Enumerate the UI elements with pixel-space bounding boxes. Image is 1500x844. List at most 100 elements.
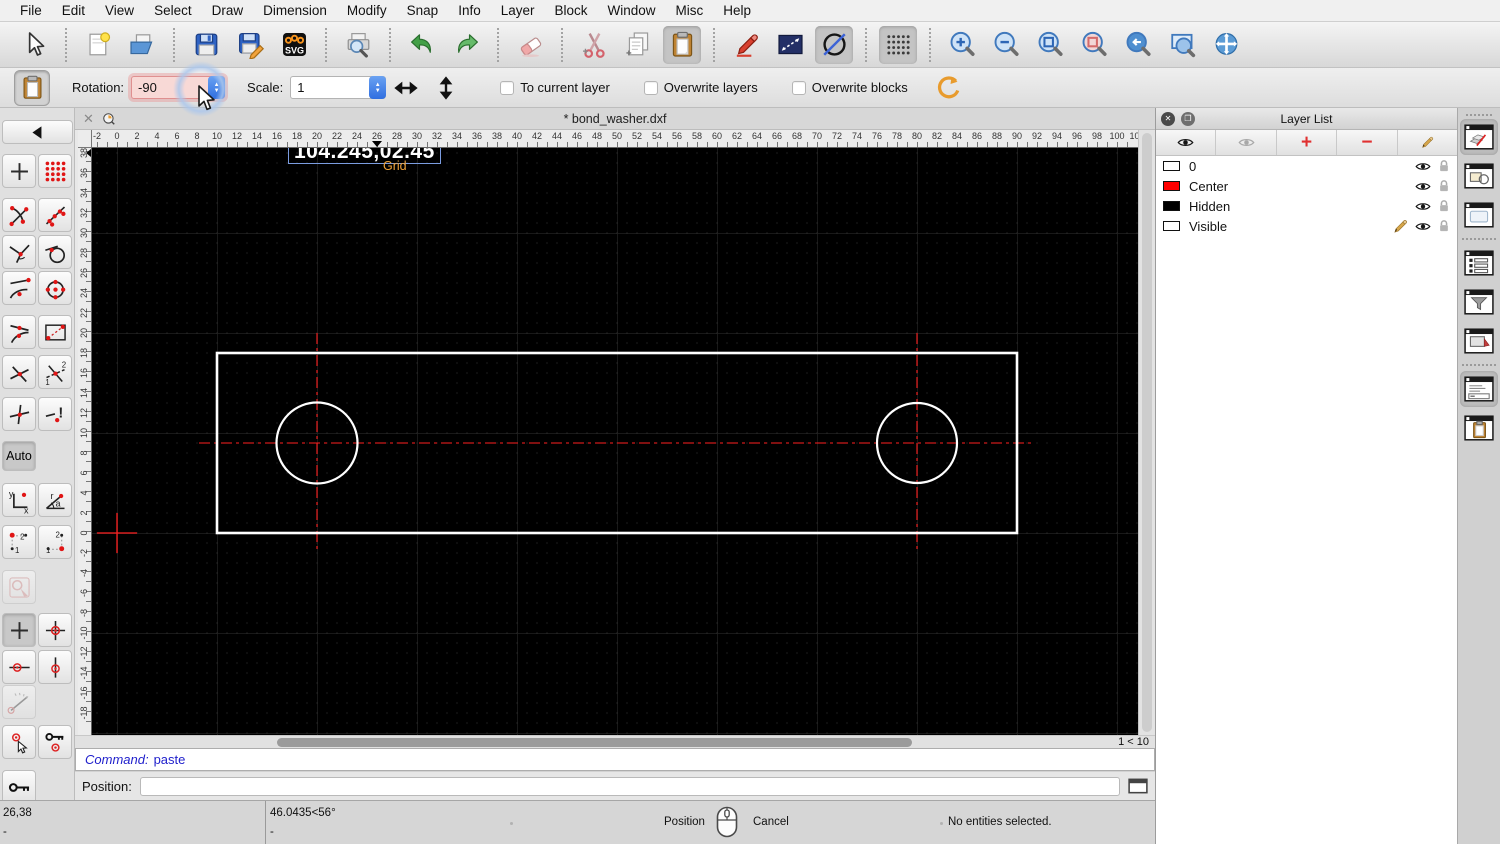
zoom-out-button[interactable]: [987, 26, 1025, 64]
save-button[interactable]: [187, 26, 225, 64]
command-line-widget[interactable]: Command: paste: [75, 748, 1155, 771]
checkbox-box[interactable]: [643, 80, 658, 95]
checkbox-box[interactable]: [500, 80, 515, 95]
menu-edit[interactable]: Edit: [52, 3, 95, 18]
add-layer-button[interactable]: +: [1277, 130, 1338, 155]
zoom-previous-button[interactable]: [1119, 26, 1157, 64]
layer-visibility-icon[interactable]: [1415, 220, 1431, 233]
layer-row-0[interactable]: 0: [1156, 156, 1457, 176]
menu-draw[interactable]: Draw: [202, 3, 254, 18]
snap-free-button[interactable]: [2, 154, 36, 188]
layer-lock-icon[interactable]: [1438, 159, 1450, 173]
zoom-auto-button[interactable]: [1031, 26, 1069, 64]
relative-zero-free-button[interactable]: [2, 613, 36, 647]
layer-row-visible[interactable]: Visible: [1156, 216, 1457, 236]
checkbox-overwrite-blocks[interactable]: Overwrite blocks: [791, 80, 908, 95]
checkbox-to-current-layer[interactable]: To current layer: [500, 80, 610, 95]
layer-row-hidden[interactable]: Hidden: [1156, 196, 1457, 216]
checkbox-overwrite-layers[interactable]: Overwrite layers: [643, 80, 758, 95]
menu-block[interactable]: Block: [545, 3, 598, 18]
edit-layer-button[interactable]: [1398, 130, 1457, 155]
menu-info[interactable]: Info: [448, 3, 491, 18]
menu-help[interactable]: Help: [713, 3, 761, 18]
grip-order-21-button[interactable]: 12: [38, 525, 72, 559]
measure-distance-button[interactable]: [771, 26, 809, 64]
snap-tangent-button[interactable]: [38, 235, 72, 269]
undo-button[interactable]: [403, 26, 441, 64]
layer-lock-icon[interactable]: [1438, 179, 1450, 193]
layer-lock-icon[interactable]: [1438, 219, 1450, 233]
layer-row-center[interactable]: Center: [1156, 176, 1457, 196]
coordinate-cartesian-button[interactable]: yx: [2, 483, 36, 517]
layer-visibility-icon[interactable]: [1415, 160, 1431, 173]
zoom-window-button[interactable]: [1163, 26, 1201, 64]
restrict-nothing-button[interactable]: !: [38, 397, 72, 431]
auto-snap-button[interactable]: Auto: [2, 441, 36, 471]
paste-button[interactable]: [663, 25, 701, 64]
vertical-scrollbar-thumb[interactable]: [1142, 133, 1152, 732]
menu-modify[interactable]: Modify: [337, 3, 397, 18]
zoom-selected-button[interactable]: [1075, 26, 1113, 64]
detach-command-button[interactable]: [1128, 778, 1148, 794]
delete-entities-button[interactable]: [511, 26, 549, 64]
layer-color-swatch[interactable]: [1163, 181, 1180, 191]
layer-color-swatch[interactable]: [1163, 161, 1180, 171]
lock-relative-zero-button[interactable]: [38, 725, 72, 759]
layer-visibility-icon[interactable]: [1415, 200, 1431, 213]
restrict-nothing-toggle-button[interactable]: [815, 25, 853, 64]
layer-visibility-icon[interactable]: [1415, 180, 1431, 193]
snap-auto-button[interactable]: [38, 315, 72, 349]
layer-list-float-icon[interactable]: ❐: [1181, 112, 1195, 126]
named-views-dock-button[interactable]: [1460, 323, 1498, 359]
angle-indicator-button[interactable]: [2, 685, 36, 719]
zoom-in-button[interactable]: [943, 26, 981, 64]
undo-cascade-button[interactable]: [934, 73, 964, 103]
menu-view[interactable]: View: [95, 3, 144, 18]
snap-intersection-manual-button[interactable]: 12: [38, 355, 72, 389]
snap-center-button[interactable]: [38, 271, 72, 305]
snap-endpoints-button[interactable]: [2, 198, 36, 232]
layer-color-swatch[interactable]: [1163, 201, 1180, 211]
back-button[interactable]: [2, 120, 73, 144]
entity-tree-dock-button[interactable]: [1460, 245, 1498, 281]
position-input[interactable]: [139, 776, 1120, 796]
set-relative-zero-button[interactable]: [38, 613, 72, 647]
command-line-dock-button[interactable]: [1460, 371, 1498, 407]
restrict-orthogonal-button[interactable]: [2, 397, 36, 431]
layer-color-swatch[interactable]: [1163, 221, 1180, 231]
block-list-dock-button[interactable]: [1460, 158, 1498, 194]
copy-button[interactable]: [619, 26, 657, 64]
cut-button[interactable]: [575, 26, 613, 64]
restrict-vertical-button[interactable]: [38, 650, 72, 684]
menu-layer[interactable]: Layer: [491, 3, 545, 18]
clipboard-dock-button[interactable]: [1460, 410, 1498, 446]
snap-middle-button[interactable]: [2, 315, 36, 349]
menu-misc[interactable]: Misc: [666, 3, 714, 18]
grip-order-12-button[interactable]: 12: [2, 525, 36, 559]
dock-grip-handle[interactable]: [1466, 114, 1492, 116]
snap-perpendicular-button[interactable]: [2, 235, 36, 269]
scale-stepper[interactable]: ▲ ▼: [369, 76, 387, 99]
menu-select[interactable]: Select: [144, 3, 202, 18]
menu-file[interactable]: File: [10, 3, 52, 18]
menu-window[interactable]: Window: [598, 3, 666, 18]
layer-list-close-icon[interactable]: ✕: [1161, 112, 1175, 126]
horizontal-scrollbar-thumb[interactable]: [277, 738, 912, 747]
menu-snap[interactable]: Snap: [397, 3, 449, 18]
hide-all-layers-button[interactable]: [1216, 130, 1277, 155]
vertical-scrollbar[interactable]: [1138, 130, 1155, 735]
library-browser-dock-button[interactable]: [1460, 197, 1498, 233]
remove-layer-button[interactable]: −: [1337, 130, 1398, 155]
rotation-stepper[interactable]: ▲ ▼: [208, 76, 226, 99]
coordinate-polar-button[interactable]: ra: [38, 483, 72, 517]
rotation-input[interactable]: -90 ▲ ▼: [131, 76, 226, 99]
layer-lock-icon[interactable]: [1438, 199, 1450, 213]
checkbox-box[interactable]: [791, 80, 806, 95]
snap-on-entity-button[interactable]: [38, 198, 72, 232]
flip-horizontal-button[interactable]: [391, 73, 421, 103]
save-as-button[interactable]: [231, 26, 269, 64]
pen-button[interactable]: [727, 26, 765, 64]
selection-filter-dock-button[interactable]: [1460, 284, 1498, 320]
new-document-button[interactable]: [79, 26, 117, 64]
menu-dimension[interactable]: Dimension: [253, 3, 337, 18]
